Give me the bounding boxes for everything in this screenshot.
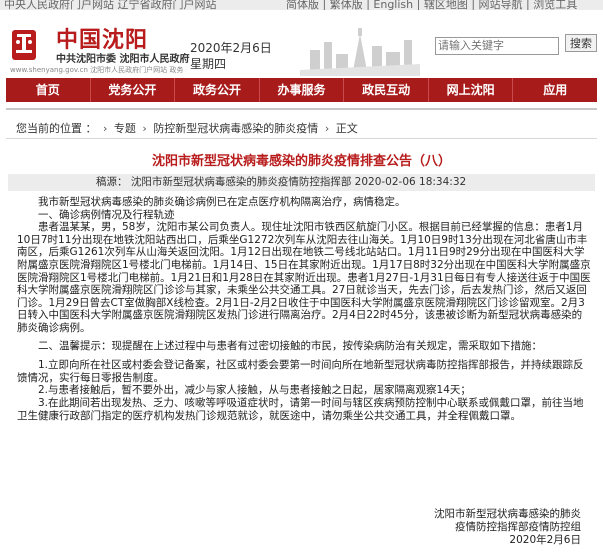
paragraph: 患者温某某，男，58岁，沈阳市某公司负责人。现住址沈阳市铁西区航旋门小区。根据目… bbox=[17, 221, 591, 334]
section-heading: 一、确诊病例情况及行程轨迹 bbox=[38, 208, 175, 221]
list-item: 3.在此期间若出现发热、乏力、咳嗽等呼吸道症状时，请第一时间与辖区疾病预防控制中… bbox=[17, 396, 584, 422]
section-heading: 二、温馨提示：现提醒在上述过程中与患者有过密切接触的市民，按传染病防治有关规定，… bbox=[38, 339, 542, 352]
nav-item-gov-affairs[interactable]: 政务公开 bbox=[175, 78, 260, 102]
signature-date: 2020年2月6日 bbox=[509, 534, 581, 546]
main-nav: 首页 党务公开 政务公开 办事服务 政民互动 网上沈阳 应用 bbox=[6, 78, 597, 102]
nav-divider bbox=[6, 108, 597, 110]
header-date: 2020年2月6日 星期四 bbox=[190, 41, 272, 71]
chevron-right-icon: › bbox=[142, 122, 147, 135]
list-item: 1.立即向所在社区或村委会登记备案，社区或村委会要第一时间向所在地新型冠状病毒防… bbox=[17, 359, 584, 384]
content-divider bbox=[6, 138, 597, 139]
article-meta: 稿源： 沈阳市新型冠状病毒感染的肺炎疫情防控指挥部 2020-02-06 18:… bbox=[8, 174, 595, 191]
nav-item-interaction[interactable]: 政民互动 bbox=[344, 78, 429, 102]
skyline-banner bbox=[300, 20, 420, 76]
top-links-right[interactable]: 简体版 | 繁体版 | English | 辖区地图 | 网站导航 | 浏览工具 bbox=[286, 0, 577, 10]
search-area: 搜索 bbox=[435, 34, 597, 55]
signature-org-line2: 疫情防控指挥部疫情防控组 bbox=[455, 521, 581, 533]
breadcrumb-item-epidemic[interactable]: 防控新型冠状病毒感染的肺炎疫情 bbox=[153, 122, 318, 135]
site-url: www.shenyang.gov.cn 沈阳市人民政府门户网站 政务 bbox=[10, 66, 184, 74]
nav-item-services[interactable]: 办事服务 bbox=[260, 78, 345, 102]
chevron-right-icon: › bbox=[324, 122, 330, 135]
nav-item-party-affairs[interactable]: 党务公开 bbox=[91, 78, 176, 102]
article-title: 沈阳市新型冠状病毒感染的肺炎疫情排查公告（八） bbox=[151, 154, 451, 169]
list-item: 2.与患者接触后，暂不要外出，减少与家人接触，从与患者接触之日起，居家隔离观察1… bbox=[38, 384, 471, 397]
nav-item-online-shenyang[interactable]: 网上沈阳 bbox=[429, 78, 514, 102]
article-signature: 沈阳市新型冠状病毒感染的肺炎 疫情防控指挥部疫情防控组 2020年2月6日 bbox=[434, 508, 581, 547]
paragraph: 我市新型冠状病毒感染的肺炎确诊病例已在定点医疗机构隔离治疗，病情稳定。 bbox=[38, 196, 406, 208]
site-subtitle: 中共沈阳市委 沈阳市人民政府 bbox=[56, 54, 190, 65]
breadcrumb-item-current: 正文 bbox=[335, 122, 358, 135]
breadcrumb: 您当前的位置 ： › 专题 › 防控新型冠状病毒感染的肺炎疫情 › 正文 bbox=[16, 120, 358, 136]
search-button[interactable]: 搜索 bbox=[565, 34, 597, 52]
nav-item-home[interactable]: 首页 bbox=[6, 78, 91, 102]
shenyang-logo-icon[interactable] bbox=[10, 28, 38, 62]
site-header: 中国沈阳 中共沈阳市委 沈阳市人民政府 www.shenyang.gov.cn … bbox=[0, 10, 603, 76]
search-input[interactable] bbox=[435, 37, 559, 55]
article-body: 我市新型冠状病毒感染的肺炎确诊病例已在定点医疗机构隔离治疗，病情稳定。 一、确诊… bbox=[17, 196, 592, 422]
signature-org-line1: 沈阳市新型冠状病毒感染的肺炎 bbox=[434, 508, 581, 520]
nav-item-apps[interactable]: 应用 bbox=[513, 78, 597, 102]
breadcrumb-prefix: 您当前的位置 ： bbox=[16, 122, 97, 135]
top-link-bar: 中央人民政府门户网站 辽宁省政府门户网站 简体版 | 繁体版 | English… bbox=[0, 0, 603, 10]
chevron-right-icon: › bbox=[103, 122, 108, 135]
top-links-left[interactable]: 中央人民政府门户网站 辽宁省政府门户网站 bbox=[4, 0, 217, 10]
breadcrumb-item-topic[interactable]: 专题 bbox=[114, 122, 136, 135]
